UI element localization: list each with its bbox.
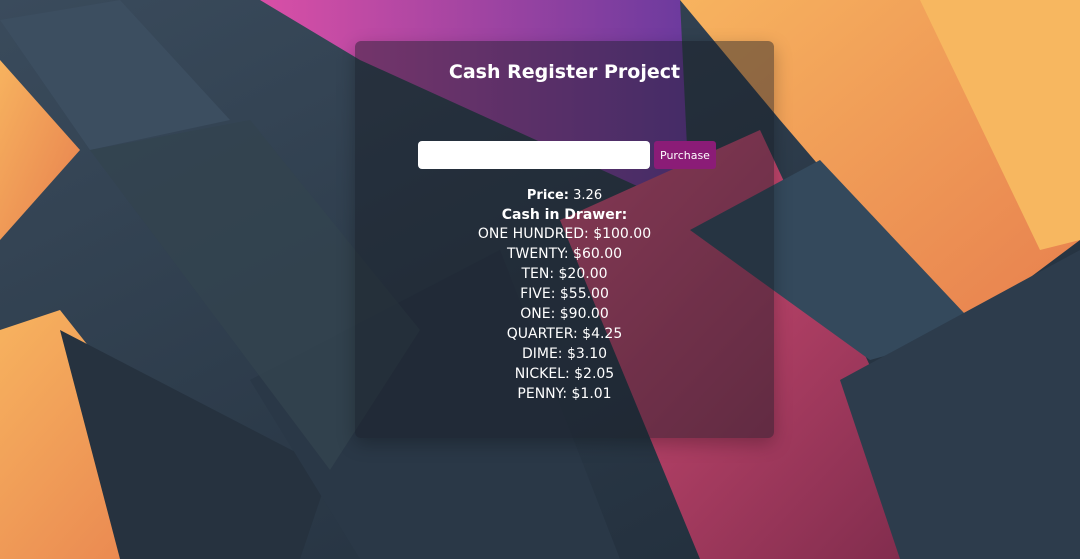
drawer-item-nickel: NICKEL: $2.05 bbox=[514, 366, 615, 382]
price-value: 3.26 bbox=[573, 188, 603, 203]
purchase-form: Purchase bbox=[418, 141, 716, 169]
drawer-item-twenty: TWENTY: $60.00 bbox=[506, 246, 623, 262]
cash-in-drawer-list: ONE HUNDRED: $100.00 TWENTY: $60.00 TEN:… bbox=[355, 224, 774, 404]
cash-register-panel: Cash Register Project Purchase Price: 3.… bbox=[355, 41, 774, 438]
cash-in-drawer-title: Cash in Drawer: bbox=[501, 207, 628, 223]
drawer-item-five: FIVE: $55.00 bbox=[520, 286, 609, 302]
cash-input[interactable] bbox=[418, 141, 650, 169]
drawer-item-penny: PENNY: $1.01 bbox=[517, 386, 612, 402]
drawer-item-quarter: QUARTER: $4.25 bbox=[506, 326, 623, 342]
page-title: Cash Register Project bbox=[448, 61, 681, 83]
page: Cash Register Project Purchase Price: 3.… bbox=[0, 0, 1080, 559]
purchase-button[interactable]: Purchase bbox=[654, 141, 716, 169]
price-display: Price: 3.26 bbox=[355, 187, 774, 205]
drawer-item-one: ONE: $90.00 bbox=[520, 306, 609, 322]
price-label: Price: bbox=[526, 188, 570, 203]
drawer-item-one-hundred: ONE HUNDRED: $100.00 bbox=[477, 226, 652, 242]
drawer-item-ten: TEN: $20.00 bbox=[521, 266, 608, 282]
drawer-item-dime: DIME: $3.10 bbox=[521, 346, 608, 362]
